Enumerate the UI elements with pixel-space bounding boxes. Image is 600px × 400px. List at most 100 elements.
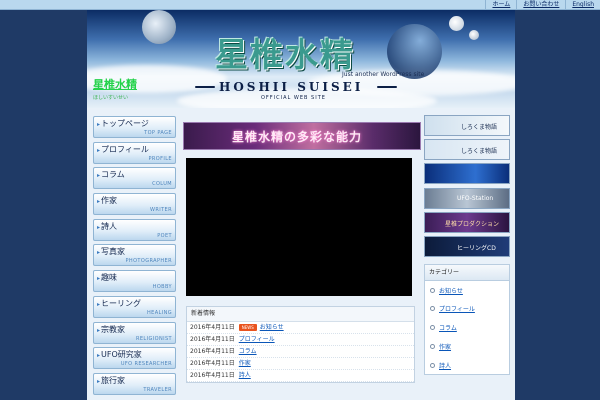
category-link[interactable]: お知らせ	[439, 286, 463, 295]
news-row: 2016年4月11日 NEWS お知らせ	[187, 322, 414, 334]
menu-item-top[interactable]: ▸トップページ TOP PAGE	[93, 116, 176, 138]
banner-shirokuma-story[interactable]: しろくま物語	[424, 115, 510, 136]
banner-label: ヒーリングCD	[457, 244, 496, 252]
top-link-english[interactable]: English	[565, 0, 600, 9]
menu-sublabel: HEALING	[146, 309, 172, 316]
menu-item-column[interactable]: ▸コラム COLUM	[93, 167, 176, 190]
news-date: 2016年4月11日	[190, 336, 235, 343]
sidebar-menu: ▸トップページ TOP PAGE ▸プロフィール PROFILE ▸コラム COLUM…	[93, 116, 176, 399]
news-box: 新着情報 2016年4月11日 NEWS お知らせ 2016年4月11日 プロフィール…	[186, 306, 415, 383]
banner-space-image[interactable]	[424, 163, 510, 185]
menu-label: 作家	[101, 196, 118, 206]
video-player[interactable]	[186, 158, 412, 296]
category-item: 詩人	[425, 356, 509, 375]
category-link[interactable]: 作家	[439, 342, 451, 351]
banner-label: 星椎プロダクション	[445, 220, 500, 228]
menu-sublabel: WRITER	[150, 207, 172, 214]
news-row: 2016年4月11日 コラム	[187, 346, 414, 358]
right-sidebar: しろくま物語 しろくま物語 UFO-Station 星椎プロダクション ヒーリン…	[424, 115, 510, 376]
logo-english: HOSHII SUISEI	[219, 80, 364, 94]
news-date: 2016年4月11日	[190, 348, 235, 355]
moon-image	[449, 16, 464, 31]
header-banner[interactable]: 星椎水精 Just another WordPress site HOSHII …	[87, 10, 515, 108]
top-link-home[interactable]: ホーム	[485, 0, 516, 9]
moon-image	[469, 30, 479, 40]
page-wrapper: 星椎水精 Just another WordPress site HOSHII …	[87, 10, 515, 400]
banner-shirokuma-story-video[interactable]: しろくま物語	[424, 139, 510, 161]
news-link[interactable]: 作家	[239, 358, 251, 369]
arrow-icon: ▸	[97, 377, 101, 385]
menu-label: 写真家	[101, 247, 126, 257]
logo-title: 星椎水精	[215, 35, 355, 74]
menu-sublabel: COLUM	[152, 181, 172, 188]
news-link[interactable]: プロフィール	[239, 334, 275, 345]
menu-item-hobby[interactable]: ▸趣味 HOBBY	[93, 270, 176, 293]
top-links: ホーム お問い合わせ English	[485, 0, 600, 9]
bullet-icon	[430, 362, 435, 368]
promo-banner[interactable]: 星椎水精の多彩な能力	[183, 122, 421, 150]
menu-item-healing[interactable]: ▸ヒーリング HEALING	[93, 295, 176, 318]
arrow-icon: ▸	[97, 352, 101, 360]
menu-item-religionist[interactable]: ▸宗教家 RELIGIONIST	[93, 321, 176, 344]
news-date: 2016年4月11日	[190, 372, 235, 379]
bullet-icon	[430, 306, 435, 312]
menu-sublabel: POET	[157, 232, 172, 239]
menu-label: 趣味	[101, 273, 118, 283]
banner-healing-cd[interactable]: ヒーリングCD	[424, 235, 510, 257]
category-link[interactable]: コラム	[439, 323, 457, 332]
arrow-icon: ▸	[97, 172, 101, 180]
arrow-icon: ▸	[97, 275, 101, 283]
arrow-icon: ▸	[97, 300, 101, 308]
news-badge: NEWS	[238, 324, 257, 331]
ornament-left	[195, 86, 215, 88]
news-link[interactable]: 詩人	[239, 370, 251, 381]
news-heading: 新着情報	[187, 307, 414, 322]
arrow-icon: ▸	[97, 121, 101, 128]
arrow-icon: ▸	[97, 146, 101, 154]
main-content: 星椎水精の多彩な能力 新着情報 2016年4月11日 NEWS お知らせ 2016年…	[183, 122, 421, 383]
news-link[interactable]: お知らせ	[260, 322, 284, 333]
menu-sublabel: UFO RESEARCHER	[120, 361, 172, 368]
arrow-icon: ▸	[97, 198, 101, 206]
banner-production[interactable]: 星椎プロダクション	[424, 211, 510, 233]
site-tagline: Just another WordPress site	[342, 71, 425, 78]
category-heading: カテゴリー	[425, 264, 509, 281]
category-box: カテゴリー お知らせ プロフィール コラム 作家 詩人	[424, 263, 510, 376]
arrow-icon: ▸	[97, 223, 101, 231]
banner-label: しろくま物語	[461, 148, 498, 156]
category-item: お知らせ	[425, 281, 509, 300]
moon-image	[142, 10, 176, 44]
site-name-link[interactable]: 星椎水精	[93, 76, 137, 92]
menu-label: 宗教家	[101, 324, 126, 334]
menu-sublabel: TRAVELER	[143, 386, 172, 393]
menu-sublabel: PROFILE	[148, 155, 172, 162]
banner-label: しろくま物語	[461, 124, 498, 131]
menu-item-poet[interactable]: ▸詩人 POET	[93, 218, 176, 241]
category-item: コラム	[425, 318, 509, 337]
bullet-icon	[430, 343, 435, 349]
site-name-reading: ほしいすいせい	[93, 95, 129, 101]
menu-item-profile[interactable]: ▸プロフィール PROFILE	[93, 141, 176, 164]
menu-item-ufo-researcher[interactable]: ▸UFO研究家 UFO RESEARCHER	[93, 347, 176, 370]
logo-subtitle: OFFICIAL WEB SITE	[261, 95, 326, 101]
bullet-icon	[430, 287, 435, 293]
top-link-contact[interactable]: お問い合わせ	[516, 0, 565, 9]
news-row: 2016年4月11日 作家	[187, 358, 414, 370]
category-link[interactable]: 詩人	[439, 361, 451, 370]
menu-item-writer[interactable]: ▸作家 WRITER	[93, 193, 176, 216]
menu-label: ヒーリング	[101, 298, 142, 308]
ornament-right	[377, 86, 397, 88]
news-date: 2016年4月11日	[190, 324, 235, 331]
news-row: 2016年4月11日 プロフィール	[187, 334, 414, 346]
menu-sublabel: RELIGIONIST	[135, 335, 172, 342]
news-date: 2016年4月11日	[190, 360, 235, 367]
menu-label: UFO研究家	[101, 350, 142, 360]
menu-item-photographer[interactable]: ▸写真家 PHOTOGRAPHER	[93, 244, 176, 267]
category-item: プロフィール	[425, 300, 509, 319]
menu-label: トップページ	[101, 119, 149, 128]
category-link[interactable]: プロフィール	[439, 304, 475, 313]
menu-label: コラム	[101, 170, 125, 180]
menu-item-traveler[interactable]: ▸旅行家 TRAVELER	[93, 372, 176, 395]
banner-ufo-station[interactable]: UFO-Station	[424, 187, 510, 209]
news-link[interactable]: コラム	[239, 346, 257, 357]
